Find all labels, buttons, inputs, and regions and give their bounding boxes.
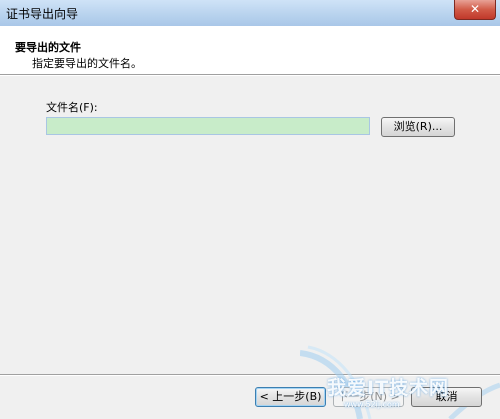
wizard-header: 要导出的文件 指定要导出的文件名。	[0, 26, 500, 74]
title-bar: 证书导出向导 ✕	[0, 0, 500, 27]
back-button[interactable]: < 上一步(B)	[255, 387, 326, 407]
close-button[interactable]: ✕	[454, 0, 496, 20]
page-subtitle: 指定要导出的文件名。	[32, 57, 142, 70]
page-title: 要导出的文件	[15, 41, 81, 54]
watermark-url: www.52ij.com	[344, 400, 400, 409]
browse-button[interactable]: 浏览(R)...	[381, 117, 455, 137]
file-name-label: 文件名(F):	[46, 101, 98, 114]
header-divider	[0, 74, 500, 76]
window-title: 证书导出向导	[6, 7, 79, 21]
watermark-text: 我爱IT技术网	[327, 377, 450, 399]
file-name-input[interactable]	[46, 117, 370, 135]
close-icon: ✕	[469, 2, 481, 16]
